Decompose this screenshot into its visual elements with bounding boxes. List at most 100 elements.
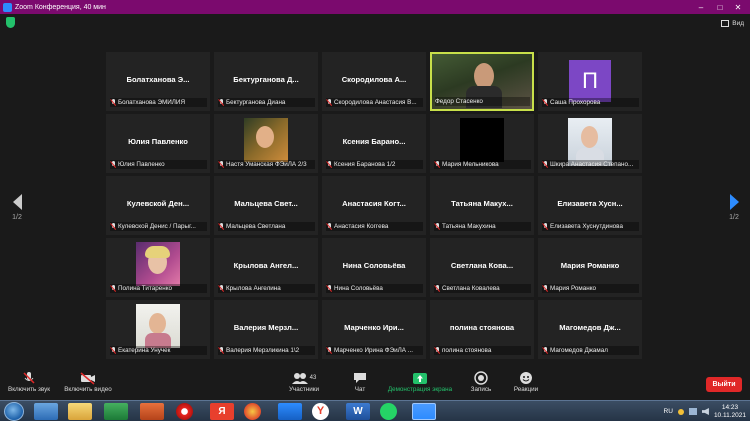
unmute-button[interactable]: Включить звук — [4, 370, 54, 393]
windows-taskbar: Я Y W RU 14:23 10.11.2021 — [0, 400, 750, 421]
language-indicator[interactable]: RU — [664, 408, 673, 415]
participants-count: 43 — [309, 375, 317, 381]
start-video-button[interactable]: Включить видео — [60, 370, 116, 393]
participant-display-name: Бектурганова Д... — [233, 75, 299, 84]
muted-mic-icon — [326, 222, 332, 231]
muted-mic-icon — [110, 346, 116, 355]
video-off-icon — [80, 372, 95, 385]
participant-tile[interactable]: Ксения Барано... Ксения Баранова 1/2 — [322, 114, 426, 173]
muted-mic-icon — [326, 160, 332, 169]
participant-tile[interactable]: Мальцева Свет... Мальцева Светлана — [214, 176, 318, 235]
participant-tile[interactable]: Валерия Мерзл... Валерия Мерзликина 1\2 — [214, 300, 318, 359]
arrow-right-icon — [729, 194, 739, 210]
participant-name-label: Скородилова Анастасия В... — [334, 99, 417, 106]
clock-date: 10.11.2021 — [713, 411, 746, 419]
participant-tile[interactable]: Настя Уманская ФЭиЛА 2/3 — [214, 114, 318, 173]
network-icon[interactable] — [688, 408, 697, 415]
participant-tile[interactable]: Юлия Павленко Юлия Павленко — [106, 114, 210, 173]
participant-tile[interactable]: Екатерина Унучек — [106, 300, 210, 359]
participant-name-label: Валерия Мерзликина 1\2 — [226, 347, 300, 354]
participant-name-label: Настя Уманская ФЭиЛА 2/3 — [226, 161, 307, 168]
prev-page-button[interactable]: 1/2 — [10, 194, 24, 221]
shield-icon[interactable] — [6, 17, 15, 28]
explorer-folder-icon[interactable] — [34, 403, 58, 420]
participant-tile[interactable]: Светлана Кова... Светлана Ковалева — [430, 238, 534, 297]
muted-mic-icon — [542, 160, 548, 169]
participant-tile[interactable]: Крылова Ангел... Крылова Ангелина — [214, 238, 318, 297]
muted-mic-icon — [110, 284, 116, 293]
volume-icon[interactable] — [701, 408, 709, 415]
muted-mic-icon — [542, 98, 548, 107]
participant-tile[interactable]: Елизавета Хусн... Елизавета Хуснутдинова — [538, 176, 642, 235]
zoom-taskbar-icon[interactable] — [412, 403, 436, 420]
excel-icon[interactable] — [104, 403, 128, 420]
muted-mic-icon — [110, 160, 116, 169]
participant-tile[interactable]: П Саша Прохорова — [538, 52, 642, 111]
tray-notification-icon[interactable] — [677, 408, 684, 415]
yandex-browser-icon[interactable]: Y — [312, 403, 329, 420]
arrow-left-icon — [12, 194, 22, 210]
muted-mic-icon — [434, 346, 440, 355]
participant-tile[interactable]: полина стоянова полина стоянова — [430, 300, 534, 359]
share-screen-button[interactable]: Демонстрация экрана — [384, 370, 456, 393]
participant-tile[interactable]: Болатханова Э... Болатханова ЭМИЛИЯ — [106, 52, 210, 111]
close-icon[interactable]: ✕ — [729, 0, 747, 14]
next-page-label: 1/2 — [729, 214, 739, 221]
minimize-icon[interactable]: – — [692, 0, 710, 14]
participant-tile[interactable]: Мария Мельникова — [430, 114, 534, 173]
share-screen-label: Демонстрация экрана — [387, 386, 453, 393]
start-button-icon[interactable] — [4, 402, 24, 421]
participant-tile[interactable]: Полина Титаренко — [106, 238, 210, 297]
leave-button[interactable]: Выйти — [706, 377, 742, 392]
participant-name-label: Ксения Баранова 1/2 — [334, 161, 396, 168]
participant-display-name: Магомедов Дж... — [559, 323, 621, 332]
opera-icon[interactable] — [176, 403, 193, 420]
participant-tile[interactable]: Татьяна Макух... Татьяна Макухина — [430, 176, 534, 235]
record-button[interactable]: Запись — [466, 370, 496, 393]
participant-tile[interactable]: Нина Соловьёва Нина Соловьёва — [322, 238, 426, 297]
participant-tile[interactable]: Марченко Ири... Марченко Ирина ФЭиЛА ... — [322, 300, 426, 359]
yandex-icon[interactable]: Я — [210, 403, 234, 420]
participant-name-label: Юлия Павленко — [118, 161, 165, 168]
powerpoint-icon[interactable] — [140, 403, 164, 420]
unmute-label: Включить звук — [8, 386, 50, 393]
active-speaker-tile[interactable]: Федор Стасенко — [430, 52, 534, 111]
muted-mic-icon — [218, 160, 224, 169]
grid-view-icon — [721, 19, 730, 27]
muted-mic-icon — [326, 346, 332, 355]
word-icon[interactable]: W — [346, 403, 370, 420]
window-title: Zoom Конференция, 40 мин — [15, 3, 106, 11]
start-video-label: Включить видео — [64, 386, 112, 393]
muted-mic-icon — [542, 222, 548, 231]
participant-name-label: Саша Прохорова — [550, 99, 601, 106]
muted-mic-icon — [434, 160, 440, 169]
participant-tile[interactable]: Шкира Анастасия Степано... — [538, 114, 642, 173]
muted-mic-icon — [218, 222, 224, 231]
participants-icon — [291, 373, 308, 384]
chat-button[interactable]: Чат — [345, 370, 375, 393]
clock[interactable]: 14:23 10.11.2021 — [714, 404, 746, 420]
participant-name-label: Кулевской Денис / Парыг... — [118, 223, 196, 230]
participant-display-name: полина стоянова — [449, 323, 515, 332]
maximize-icon[interactable]: □ — [711, 0, 729, 14]
muted-mic-icon — [542, 284, 548, 293]
next-page-button[interactable]: 1/2 — [727, 194, 741, 221]
whatsapp-icon[interactable] — [380, 403, 397, 420]
browser-icon[interactable] — [244, 403, 261, 420]
participant-tile[interactable]: Скородилова А... Скородилова Анастасия В… — [322, 52, 426, 111]
folder-icon[interactable] — [68, 403, 92, 420]
participant-tile[interactable]: Анастасия Когт... Анастасия Коггева — [322, 176, 426, 235]
participant-name-label: Крылова Ангелина — [226, 285, 281, 292]
security-icon[interactable] — [278, 403, 302, 420]
view-button[interactable]: Вид — [721, 17, 744, 29]
muted-mic-icon — [23, 372, 35, 384]
reactions-button[interactable]: Реакции — [510, 370, 542, 393]
participant-tile[interactable]: Мария Романко Мария Романко — [538, 238, 642, 297]
muted-mic-icon — [434, 284, 440, 293]
participant-tile[interactable]: Кулевской Ден... Кулевской Денис / Парыг… — [106, 176, 210, 235]
participant-tile[interactable]: Магомедов Дж... Магомедов Джамал — [538, 300, 642, 359]
participant-display-name: Валерия Мерзл... — [233, 323, 299, 332]
participant-display-name: Марченко Ири... — [344, 323, 404, 332]
participant-tile[interactable]: Бектурганова Д... Бектурганова Диана — [214, 52, 318, 111]
participants-button[interactable]: 43 Участники — [282, 370, 326, 393]
